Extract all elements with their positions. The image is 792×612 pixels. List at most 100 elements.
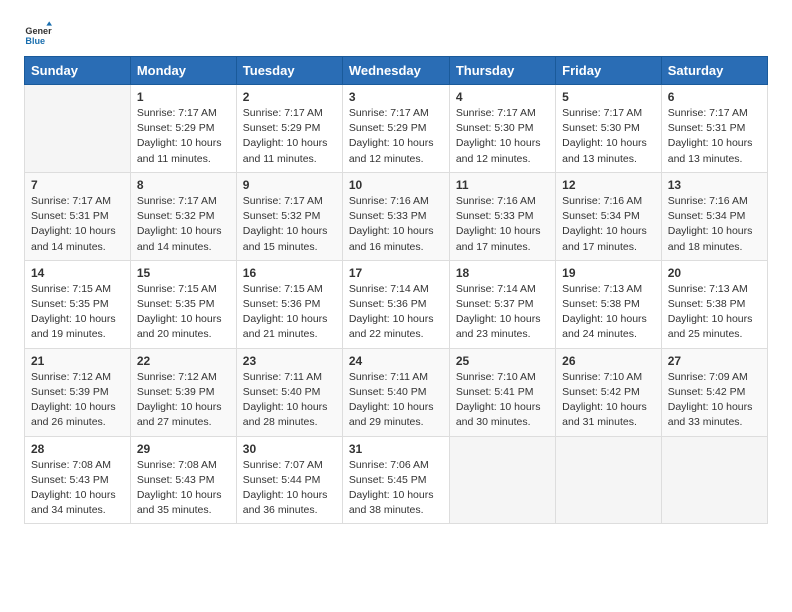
day-info: Sunrise: 7:17 AM Sunset: 5:30 PM Dayligh…: [562, 106, 655, 167]
calendar-cell: 30Sunrise: 7:07 AM Sunset: 5:44 PM Dayli…: [236, 436, 342, 524]
calendar-cell: [25, 85, 131, 173]
day-number: 28: [31, 442, 124, 456]
day-number: 27: [668, 354, 761, 368]
calendar-cell: 5 Sunrise: 7:17 AM Sunset: 5:30 PM Daylig…: [556, 85, 662, 173]
calendar-cell: 10 Sunrise: 7:16 AM Sunset: 5:33 PM Dayli…: [342, 172, 449, 260]
day-number: 31: [349, 442, 443, 456]
calendar-week-row: 14 Sunrise: 7:15 AM Sunset: 5:35 PM Dayli…: [25, 260, 768, 348]
calendar-cell: 17Sunrise: 7:14 AM Sunset: 5:36 PM Dayli…: [342, 260, 449, 348]
calendar-cell: 4 Sunrise: 7:17 AM Sunset: 5:30 PM Daylig…: [449, 85, 555, 173]
calendar-header-thursday: Thursday: [449, 57, 555, 85]
logo-icon: General Blue: [24, 20, 52, 48]
day-number: 25: [456, 354, 549, 368]
day-info: Sunrise: 7:17 AM Sunset: 5:30 PM Dayligh…: [456, 106, 549, 167]
day-info: Sunrise: 7:16 AM Sunset: 5:33 PM Dayligh…: [456, 194, 549, 255]
day-number: 6: [668, 90, 761, 104]
calendar-cell: 27 Sunrise: 7:09 AM Sunset: 5:42 PM Dayli…: [661, 348, 767, 436]
calendar-cell: 14 Sunrise: 7:15 AM Sunset: 5:35 PM Dayli…: [25, 260, 131, 348]
logo: General Blue: [24, 20, 52, 48]
day-info: Sunrise: 7:17 AM Sunset: 5:29 PM Dayligh…: [243, 106, 336, 167]
day-number: 22: [137, 354, 230, 368]
day-info: Sunrise: 7:10 AM Sunset: 5:41 PM Dayligh…: [456, 370, 549, 431]
calendar-cell: 3 Sunrise: 7:17 AM Sunset: 5:29 PM Daylig…: [342, 85, 449, 173]
day-number: 7: [31, 178, 124, 192]
day-info: Sunrise: 7:10 AM Sunset: 5:42 PM Dayligh…: [562, 370, 655, 431]
calendar-cell: 26Sunrise: 7:10 AM Sunset: 5:42 PM Dayli…: [556, 348, 662, 436]
day-info: Sunrise: 7:15 AM Sunset: 5:35 PM Dayligh…: [31, 282, 124, 343]
day-info: Sunrise: 7:17 AM Sunset: 5:29 PM Dayligh…: [349, 106, 443, 167]
svg-text:General: General: [25, 26, 52, 36]
calendar-header-row: SundayMondayTuesdayWednesdayThursdayFrid…: [25, 57, 768, 85]
day-number: 23: [243, 354, 336, 368]
calendar-header-saturday: Saturday: [661, 57, 767, 85]
day-number: 4: [456, 90, 549, 104]
day-info: Sunrise: 7:16 AM Sunset: 5:34 PM Dayligh…: [668, 194, 761, 255]
day-number: 8: [137, 178, 230, 192]
day-info: Sunrise: 7:17 AM Sunset: 5:32 PM Dayligh…: [137, 194, 230, 255]
calendar-week-row: 7 Sunrise: 7:17 AM Sunset: 5:31 PM Daylig…: [25, 172, 768, 260]
day-info: Sunrise: 7:13 AM Sunset: 5:38 PM Dayligh…: [562, 282, 655, 343]
calendar-header-monday: Monday: [130, 57, 236, 85]
calendar-cell: 7 Sunrise: 7:17 AM Sunset: 5:31 PM Daylig…: [25, 172, 131, 260]
day-info: Sunrise: 7:17 AM Sunset: 5:29 PM Dayligh…: [137, 106, 230, 167]
calendar-cell: 6 Sunrise: 7:17 AM Sunset: 5:31 PM Daylig…: [661, 85, 767, 173]
calendar-header-wednesday: Wednesday: [342, 57, 449, 85]
calendar-cell: 12 Sunrise: 7:16 AM Sunset: 5:34 PM Dayli…: [556, 172, 662, 260]
day-info: Sunrise: 7:17 AM Sunset: 5:31 PM Dayligh…: [31, 194, 124, 255]
calendar-cell: 9 Sunrise: 7:17 AM Sunset: 5:32 PM Daylig…: [236, 172, 342, 260]
day-info: Sunrise: 7:12 AM Sunset: 5:39 PM Dayligh…: [137, 370, 230, 431]
day-info: Sunrise: 7:09 AM Sunset: 5:42 PM Dayligh…: [668, 370, 761, 431]
day-number: 5: [562, 90, 655, 104]
day-number: 19: [562, 266, 655, 280]
day-info: Sunrise: 7:14 AM Sunset: 5:37 PM Dayligh…: [456, 282, 549, 343]
day-info: Sunrise: 7:06 AM Sunset: 5:45 PM Dayligh…: [349, 458, 443, 519]
calendar-cell: 29 Sunrise: 7:08 AM Sunset: 5:43 PM Dayli…: [130, 436, 236, 524]
svg-text:Blue: Blue: [25, 36, 45, 46]
calendar-cell: [449, 436, 555, 524]
calendar-cell: 13Sunrise: 7:16 AM Sunset: 5:34 PM Dayli…: [661, 172, 767, 260]
day-number: 12: [562, 178, 655, 192]
day-info: Sunrise: 7:17 AM Sunset: 5:32 PM Dayligh…: [243, 194, 336, 255]
calendar-cell: 25 Sunrise: 7:10 AM Sunset: 5:41 PM Dayli…: [449, 348, 555, 436]
calendar-cell: 1 Sunrise: 7:17 AM Sunset: 5:29 PM Daylig…: [130, 85, 236, 173]
calendar-cell: 23 Sunrise: 7:11 AM Sunset: 5:40 PM Dayli…: [236, 348, 342, 436]
day-info: Sunrise: 7:11 AM Sunset: 5:40 PM Dayligh…: [243, 370, 336, 431]
calendar-header-tuesday: Tuesday: [236, 57, 342, 85]
day-info: Sunrise: 7:11 AM Sunset: 5:40 PM Dayligh…: [349, 370, 443, 431]
calendar-table: SundayMondayTuesdayWednesdayThursdayFrid…: [24, 56, 768, 524]
calendar-header-sunday: Sunday: [25, 57, 131, 85]
calendar-cell: [661, 436, 767, 524]
calendar-cell: 28 Sunrise: 7:08 AM Sunset: 5:43 PM Dayli…: [25, 436, 131, 524]
calendar-week-row: 21Sunrise: 7:12 AM Sunset: 5:39 PM Dayli…: [25, 348, 768, 436]
page-header: General Blue: [24, 20, 768, 48]
day-number: 15: [137, 266, 230, 280]
day-info: Sunrise: 7:08 AM Sunset: 5:43 PM Dayligh…: [137, 458, 230, 519]
day-number: 1: [137, 90, 230, 104]
calendar-cell: 15Sunrise: 7:15 AM Sunset: 5:35 PM Dayli…: [130, 260, 236, 348]
day-number: 9: [243, 178, 336, 192]
calendar-cell: 20 Sunrise: 7:13 AM Sunset: 5:38 PM Dayli…: [661, 260, 767, 348]
day-number: 20: [668, 266, 761, 280]
calendar-cell: 8 Sunrise: 7:17 AM Sunset: 5:32 PM Daylig…: [130, 172, 236, 260]
calendar-cell: 18Sunrise: 7:14 AM Sunset: 5:37 PM Dayli…: [449, 260, 555, 348]
day-number: 2: [243, 90, 336, 104]
calendar-cell: 19 Sunrise: 7:13 AM Sunset: 5:38 PM Dayli…: [556, 260, 662, 348]
day-number: 3: [349, 90, 443, 104]
calendar-week-row: 1 Sunrise: 7:17 AM Sunset: 5:29 PM Daylig…: [25, 85, 768, 173]
day-info: Sunrise: 7:12 AM Sunset: 5:39 PM Dayligh…: [31, 370, 124, 431]
calendar-cell: 31 Sunrise: 7:06 AM Sunset: 5:45 PM Dayli…: [342, 436, 449, 524]
day-info: Sunrise: 7:13 AM Sunset: 5:38 PM Dayligh…: [668, 282, 761, 343]
day-number: 29: [137, 442, 230, 456]
day-info: Sunrise: 7:17 AM Sunset: 5:31 PM Dayligh…: [668, 106, 761, 167]
day-info: Sunrise: 7:16 AM Sunset: 5:33 PM Dayligh…: [349, 194, 443, 255]
calendar-cell: 24Sunrise: 7:11 AM Sunset: 5:40 PM Dayli…: [342, 348, 449, 436]
calendar-cell: 2 Sunrise: 7:17 AM Sunset: 5:29 PM Daylig…: [236, 85, 342, 173]
calendar-cell: 16Sunrise: 7:15 AM Sunset: 5:36 PM Dayli…: [236, 260, 342, 348]
day-number: 16: [243, 266, 336, 280]
day-number: 30: [243, 442, 336, 456]
day-info: Sunrise: 7:16 AM Sunset: 5:34 PM Dayligh…: [562, 194, 655, 255]
day-number: 14: [31, 266, 124, 280]
day-info: Sunrise: 7:08 AM Sunset: 5:43 PM Dayligh…: [31, 458, 124, 519]
calendar-cell: [556, 436, 662, 524]
day-number: 10: [349, 178, 443, 192]
